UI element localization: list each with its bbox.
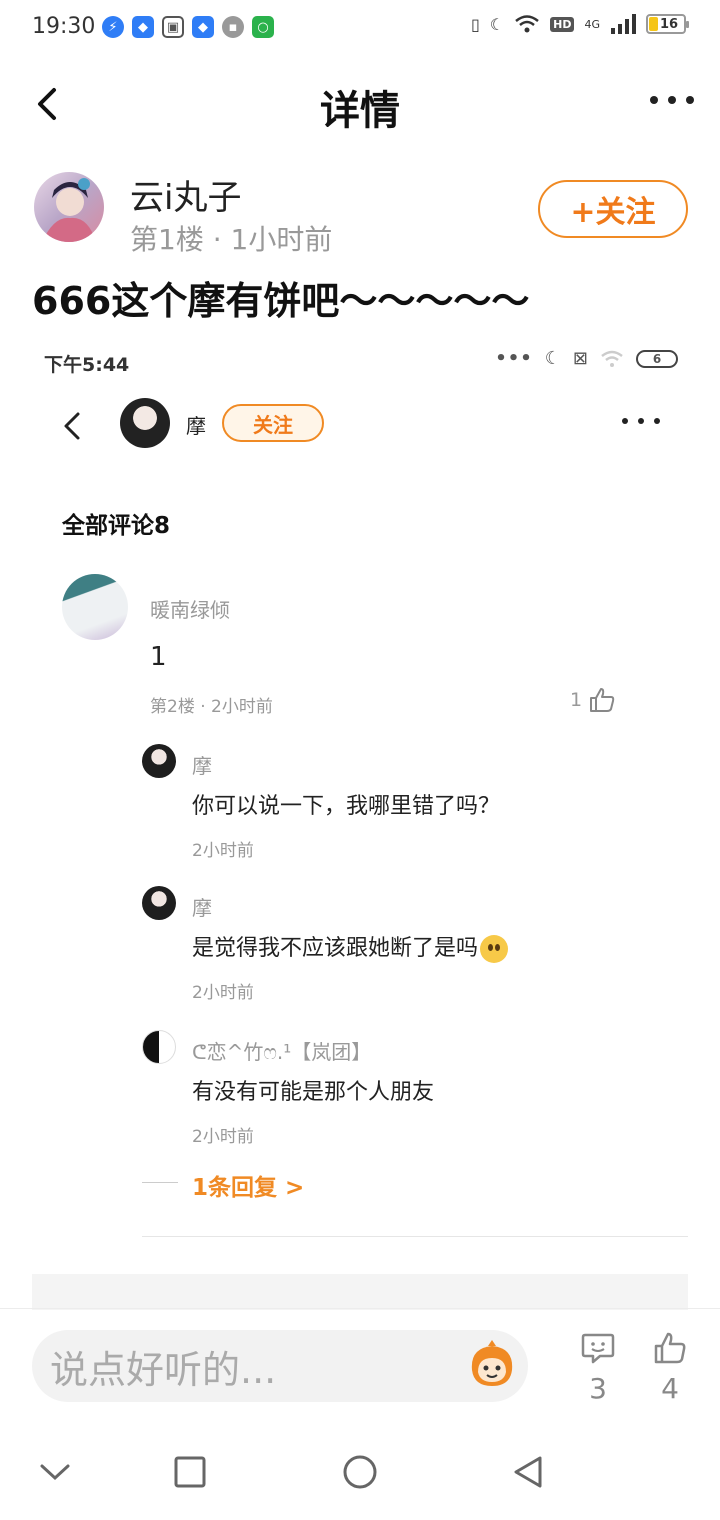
divider [0,1308,720,1309]
embedded-more-icon [622,418,660,428]
post-image[interactable]: 下午5:44 ••• ☾ ⊠ 6 摩 关注 全部评论8 暖南绿倾 1 第2楼 ·… [32,336,688,1310]
more-replies-link: 1条回复 > [192,1175,305,1201]
dot-icon [638,418,644,424]
mascot-emoji-icon[interactable] [464,1340,520,1392]
battery-icon: 16 [646,14,689,34]
likes-count: 4 [661,1372,679,1405]
comment-meta: 第2楼 · 2小时前 [150,697,273,717]
reply-avatar [142,744,176,778]
dot-icon [650,96,658,104]
monkey-icon [471,1340,513,1386]
system-navigation-bar [0,1430,720,1520]
page-title: 详情 [320,88,400,134]
avatar-image [42,178,96,242]
flushed-face-emoji-icon [480,935,509,963]
reply-avatar [142,1030,176,1064]
comment-text: 1 [150,642,167,672]
moon-icon: ☾ [489,14,505,34]
comment-like: 1 [570,686,616,714]
battery-level: 6 [652,351,662,366]
comments-count: 3 [589,1372,607,1405]
reply-avatar [142,886,176,920]
gallery-icon: ○ [252,16,274,38]
dot-icon [654,418,660,424]
chevron-down-icon[interactable] [38,1460,72,1484]
signal-icon [611,14,636,34]
comments-button[interactable]: 3 [580,1330,616,1405]
sim-off-icon: ⊠ [572,348,588,369]
comment-input-placeholder: 说点好听的... [50,1347,277,1392]
thumbs-up-icon [654,1332,686,1364]
dot-icon [668,96,676,104]
follow-button[interactable]: +关注 [538,180,688,238]
vibrate-icon: ▯ [470,14,480,34]
app-notification-icon: ◆ [192,16,214,38]
dot-icon [622,418,628,424]
chevron-left-icon [64,412,80,440]
embedded-back-icon [58,406,88,446]
embedded-username: 摩 [186,414,206,438]
battery-level: 16 [659,16,679,32]
system-status-icons: ▯ ☾ HD 4G 16 [470,14,689,34]
dots-icon: ••• [495,348,533,369]
camera-icon: ▪ [222,16,244,38]
like-button[interactable]: 4 [652,1330,688,1405]
divider [142,1236,688,1237]
comment-icon [581,1333,615,1364]
dot-icon [686,96,694,104]
more-options-button[interactable] [650,90,694,110]
app-notification-icon: ⚡ [102,16,124,38]
comment-input[interactable]: 说点好听的... [32,1330,528,1402]
status-time: 19:30 [32,14,96,39]
recent-apps-icon[interactable] [174,1456,206,1488]
reply-author: 摩 [192,896,212,920]
embedded-status-time: 下午5:44 [44,354,130,376]
reply-text: 你可以说一下，我哪里错了吗？ [192,794,501,819]
post-meta: 第1楼 · 1小时前 [130,223,333,256]
app-header: 详情 [0,60,720,148]
reply-author: 摩 [192,754,212,778]
battery-icon: 6 [636,349,678,368]
home-icon[interactable] [342,1454,378,1490]
next-comment-placeholder [32,1274,688,1310]
comment-count-heading: 全部评论8 [62,513,171,539]
hd-badge: HD [550,16,575,32]
notification-icons: ⚡ ◆ ▣ ◆ ▪ ○ [102,16,274,38]
network-type: 4G [584,17,600,31]
screenshot-icon: ▣ [162,16,184,38]
reply-time: 2小时前 [192,1127,254,1147]
back-triangle-icon[interactable] [512,1454,544,1490]
reply-author: ᕦ恋^竹ෆ.¹【岚团】 [192,1040,372,1064]
embedded-user-avatar [120,398,170,448]
embedded-status-icons: ••• ☾ ⊠ 6 [495,348,678,369]
commenter-name: 暖南绿倾 [150,598,230,622]
app-notification-icon: ◆ [132,16,154,38]
moon-icon: ☾ [544,348,561,369]
reply-text: 是觉得我不应该跟她断了是吗 [192,936,479,961]
author-name[interactable]: 云i丸子 [130,170,241,219]
reply-text-row: 是觉得我不应该跟她断了是吗 [192,930,509,963]
thumbs-up-icon [590,688,615,712]
reply-time: 2小时前 [192,841,254,861]
commenter-avatar [62,574,128,640]
embedded-follow-button: 关注 [222,404,324,442]
divider [142,1182,178,1183]
reply-time: 2小时前 [192,983,254,1003]
wifi-icon [601,350,623,367]
post-text: 666这个摩有饼吧～～～～～ [32,279,530,323]
like-count: 1 [570,689,583,711]
status-bar: 19:30 ⚡ ◆ ▣ ◆ ▪ ○ ▯ ☾ HD 4G 16 [0,0,720,56]
author-avatar[interactable] [34,172,104,242]
reply-text: 有没有可能是那个人朋友 [192,1080,435,1105]
wifi-icon [515,15,539,33]
